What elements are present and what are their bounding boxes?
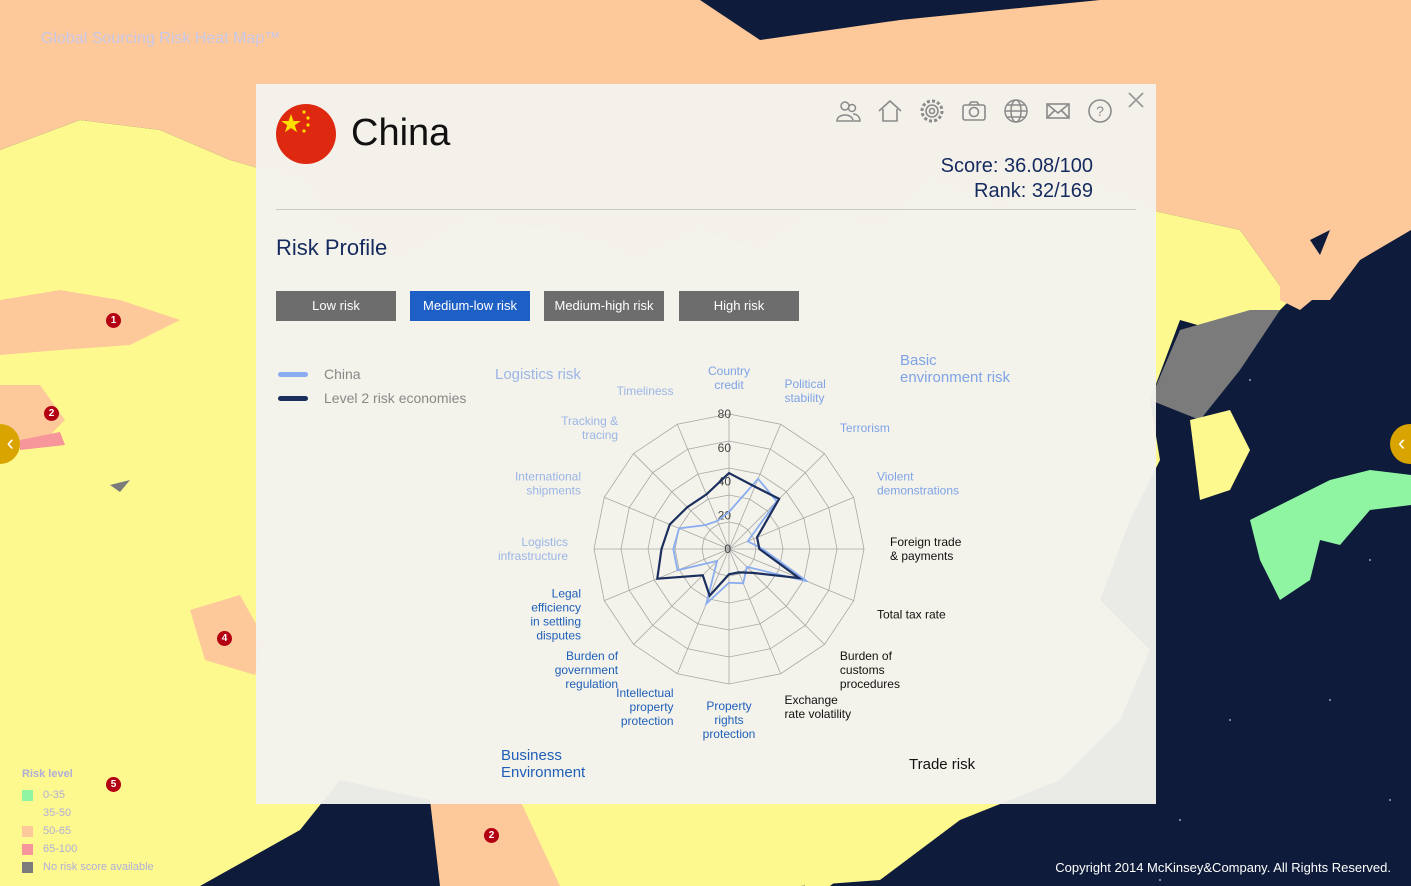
radar-category-label: Exchange rate volatility xyxy=(784,693,851,721)
legend-swatch xyxy=(22,861,33,873)
app-title: Global Sourcing Risk Heat Map™ xyxy=(41,30,281,47)
map-pin[interactable]: 4 xyxy=(217,631,232,646)
map-legend-item: 0-35 xyxy=(22,786,154,804)
radar-point xyxy=(728,573,730,576)
radar-group-label: Business Environment xyxy=(501,747,586,781)
radar-point xyxy=(660,548,663,550)
map-legend-label: No risk score available xyxy=(43,861,154,873)
radar-tick-label: 0 xyxy=(724,542,731,556)
radar-spoke xyxy=(728,548,825,645)
radar-category-label: Intellectual property protection xyxy=(616,686,673,728)
radar-point xyxy=(672,548,675,550)
radar-point xyxy=(716,560,718,562)
radar-category-label: Total tax rate xyxy=(877,607,946,621)
radar-category-label: Country credit xyxy=(708,364,750,392)
map-legend-item: 65-100 xyxy=(22,840,154,858)
radar-point xyxy=(678,527,680,530)
radar-point xyxy=(761,548,764,550)
radar-category-label: Legal efficiency in settling disputes xyxy=(530,586,581,642)
radar-spoke xyxy=(728,548,854,602)
map-pin[interactable]: 2 xyxy=(484,828,499,843)
radar-point xyxy=(708,594,711,597)
radar-category-label: International shipments xyxy=(515,470,581,498)
radar-group-label: Trade risk xyxy=(909,756,976,773)
radar-category-label: Property rights protection xyxy=(703,699,756,741)
radar-point xyxy=(704,524,706,526)
map-legend: Risk level 0-35 35-50 50-65 65-100 No ri… xyxy=(22,768,154,876)
radar-point xyxy=(656,577,659,580)
map-pin[interactable]: 1 xyxy=(106,313,121,328)
map-legend-item: No risk score available xyxy=(22,858,154,876)
radar-group-label: Logistics risk xyxy=(495,366,581,383)
radar-category-label: Logistics infrastructure xyxy=(498,535,568,563)
radar-point xyxy=(746,566,748,568)
radar-point xyxy=(752,572,754,574)
radar-category-label: Terrorism xyxy=(840,421,890,435)
map-legend-item: 50-65 xyxy=(22,822,154,840)
radar-category-label: Burden of customs procedures xyxy=(840,649,900,691)
radar-point xyxy=(746,540,749,543)
map-legend-item: 35-50 xyxy=(22,804,154,822)
map-legend-label: 50-65 xyxy=(43,825,72,837)
radar-point xyxy=(728,511,730,513)
radar-spoke xyxy=(604,548,730,602)
radar-category-label: Burden of government regulation xyxy=(555,649,619,691)
map-legend-title: Risk level xyxy=(22,768,73,780)
radar-category-label: Timeliness xyxy=(617,384,674,398)
radar-tick-label: 80 xyxy=(718,407,732,421)
radar-category-label: Violent demonstrations xyxy=(877,470,959,498)
radar-point xyxy=(705,493,708,496)
map-legend-label: 65-100 xyxy=(43,843,78,855)
radar-point xyxy=(737,571,740,574)
radar-category-label: Tracking & tracing xyxy=(561,414,618,442)
radar-point xyxy=(778,498,780,500)
legend-swatch xyxy=(22,843,33,855)
radar-category-label: Foreign trade & payments xyxy=(890,535,962,563)
radar-point xyxy=(686,506,689,509)
radar-point xyxy=(728,581,730,584)
map-pin[interactable]: 2 xyxy=(44,406,59,421)
radar-category-label: Political stability xyxy=(784,377,825,405)
legend-swatch xyxy=(22,789,33,801)
country-risk-panel: China ? Score: 36.08/100 Rank: 32/169 Ri… xyxy=(256,84,1156,804)
radar-group-label: Basic environment risk xyxy=(900,352,1011,386)
radar-point xyxy=(754,485,756,488)
radar-point xyxy=(742,582,745,585)
radar-point xyxy=(676,569,679,572)
radar-point xyxy=(728,472,730,474)
radar-tick-label: 60 xyxy=(718,441,732,455)
radar-point xyxy=(798,577,800,579)
radar-point xyxy=(716,520,719,522)
radar-point xyxy=(701,574,704,577)
radar-point xyxy=(705,602,708,605)
radar-spoke xyxy=(728,548,782,674)
legend-swatch xyxy=(22,807,33,819)
map-legend-label: 0-35 xyxy=(43,789,66,801)
copyright-text: Copyright 2014 McKinsey&Company. All Rig… xyxy=(1055,860,1391,875)
radar-point xyxy=(806,580,808,583)
map-legend-label: 35-50 xyxy=(43,807,72,819)
radar-series-level2 xyxy=(656,471,804,598)
radar-point xyxy=(756,536,758,539)
radar-chart: 020406080Country credit Political stability… xyxy=(495,352,1011,781)
radar-point xyxy=(758,548,761,550)
radar-point xyxy=(668,523,671,526)
legend-swatch xyxy=(22,825,33,837)
radar-spoke xyxy=(633,453,730,550)
radar-point xyxy=(757,478,759,480)
